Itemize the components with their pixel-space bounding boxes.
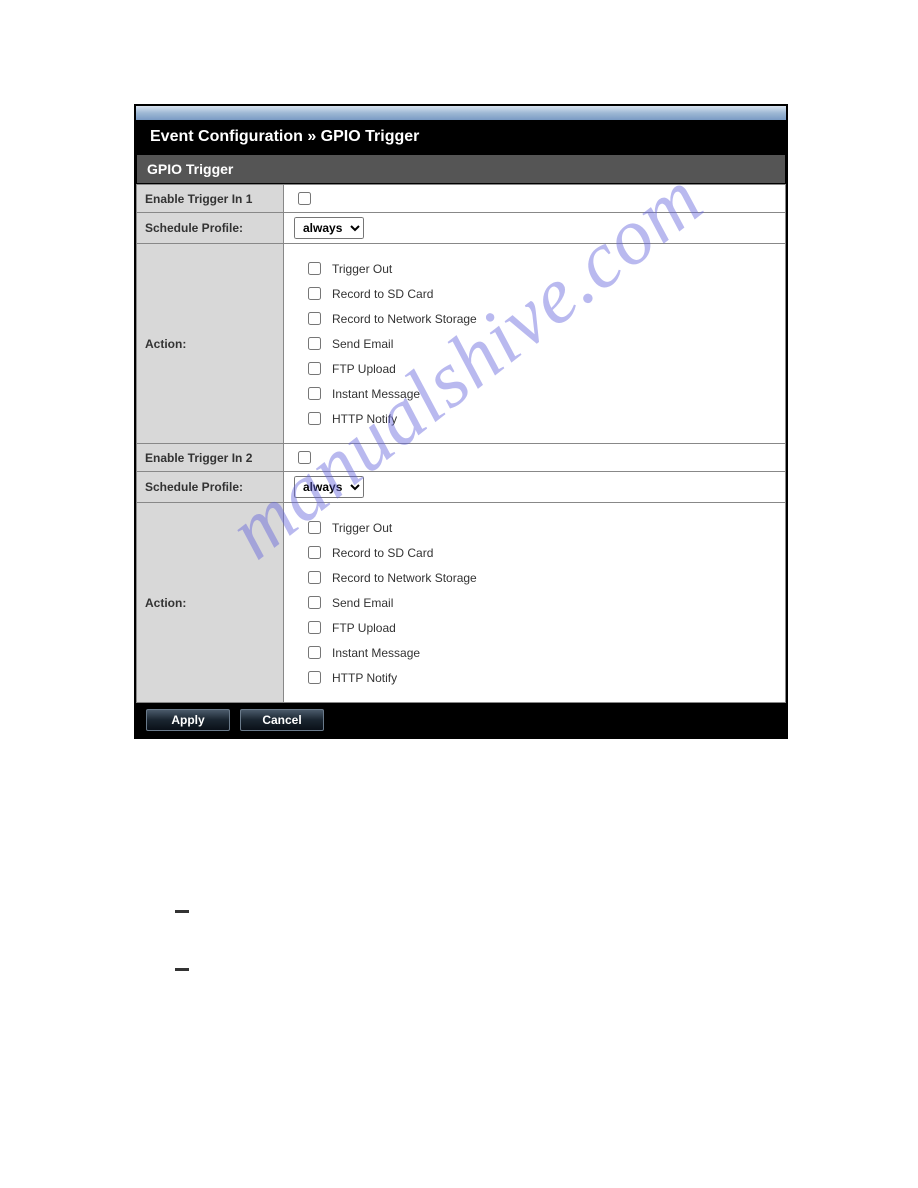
schedule-profile-1-row: Schedule Profile: always [137,213,786,244]
action-http-notify-2: HTTP Notify [304,665,765,690]
action-ftp-upload-1-checkbox[interactable] [308,362,321,375]
action-1-label: Action: [137,244,284,444]
action-send-email-2: Send Email [304,590,765,615]
action-2-list: Trigger Out Record to SD Card Record to … [294,507,775,698]
enable-trigger-2-label: Enable Trigger In 2 [137,444,284,472]
action-label: Record to Network Storage [332,571,477,585]
breadcrumb: Event Configuration » GPIO Trigger [136,120,786,154]
action-1-list: Trigger Out Record to SD Card Record to … [294,248,775,439]
action-trigger-out-2: Trigger Out [304,515,765,540]
action-ftp-upload-2-checkbox[interactable] [308,621,321,634]
action-label: Record to SD Card [332,287,433,301]
schedule-profile-2-row: Schedule Profile: always [137,472,786,503]
action-2-row: Action: Trigger Out Record to SD Card Re… [137,503,786,703]
action-send-email-2-checkbox[interactable] [308,596,321,609]
action-record-network-1-checkbox[interactable] [308,312,321,325]
cancel-button[interactable]: Cancel [240,709,324,731]
action-instant-message-2-checkbox[interactable] [308,646,321,659]
section-header: GPIO Trigger [136,154,786,184]
action-2-label: Action: [137,503,284,703]
action-label: Trigger Out [332,521,392,535]
action-instant-message-2: Instant Message [304,640,765,665]
action-send-email-1-checkbox[interactable] [308,337,321,350]
action-record-network-2: Record to Network Storage [304,565,765,590]
schedule-profile-1-select[interactable]: always [294,217,364,239]
action-label: Send Email [332,337,393,351]
action-1-row: Action: Trigger Out Record to SD Card Re… [137,244,786,444]
schedule-profile-2-label: Schedule Profile: [137,472,284,503]
action-label: Record to SD Card [332,546,433,560]
config-panel: Event Configuration » GPIO Trigger GPIO … [134,104,788,739]
dash-mark [175,968,189,971]
action-record-network-2-checkbox[interactable] [308,571,321,584]
enable-trigger-1-checkbox[interactable] [298,192,311,205]
window-titlebar [136,106,786,120]
action-record-sd-2-checkbox[interactable] [308,546,321,559]
action-http-notify-2-checkbox[interactable] [308,671,321,684]
config-table: Enable Trigger In 1 Schedule Profile: al… [136,184,786,703]
action-trigger-out-2-checkbox[interactable] [308,521,321,534]
action-trigger-out-1: Trigger Out [304,256,765,281]
enable-trigger-1-row: Enable Trigger In 1 [137,185,786,213]
action-record-sd-1-checkbox[interactable] [308,287,321,300]
action-send-email-1: Send Email [304,331,765,356]
action-label: Send Email [332,596,393,610]
dash-mark [175,910,189,913]
enable-trigger-2-checkbox[interactable] [298,451,311,464]
action-ftp-upload-1: FTP Upload [304,356,765,381]
schedule-profile-1-label: Schedule Profile: [137,213,284,244]
action-label: FTP Upload [332,621,396,635]
action-label: HTTP Notify [332,412,397,426]
action-record-network-1: Record to Network Storage [304,306,765,331]
apply-button[interactable]: Apply [146,709,230,731]
action-label: Instant Message [332,387,420,401]
schedule-profile-2-select[interactable]: always [294,476,364,498]
action-http-notify-1-checkbox[interactable] [308,412,321,425]
enable-trigger-1-label: Enable Trigger In 1 [137,185,284,213]
button-row: Apply Cancel [136,703,786,737]
action-label: Record to Network Storage [332,312,477,326]
action-label: Trigger Out [332,262,392,276]
action-record-sd-2: Record to SD Card [304,540,765,565]
action-instant-message-1: Instant Message [304,381,765,406]
action-label: HTTP Notify [332,671,397,685]
enable-trigger-2-row: Enable Trigger In 2 [137,444,786,472]
action-label: Instant Message [332,646,420,660]
action-label: FTP Upload [332,362,396,376]
action-record-sd-1: Record to SD Card [304,281,765,306]
action-instant-message-1-checkbox[interactable] [308,387,321,400]
action-ftp-upload-2: FTP Upload [304,615,765,640]
action-trigger-out-1-checkbox[interactable] [308,262,321,275]
action-http-notify-1: HTTP Notify [304,406,765,431]
